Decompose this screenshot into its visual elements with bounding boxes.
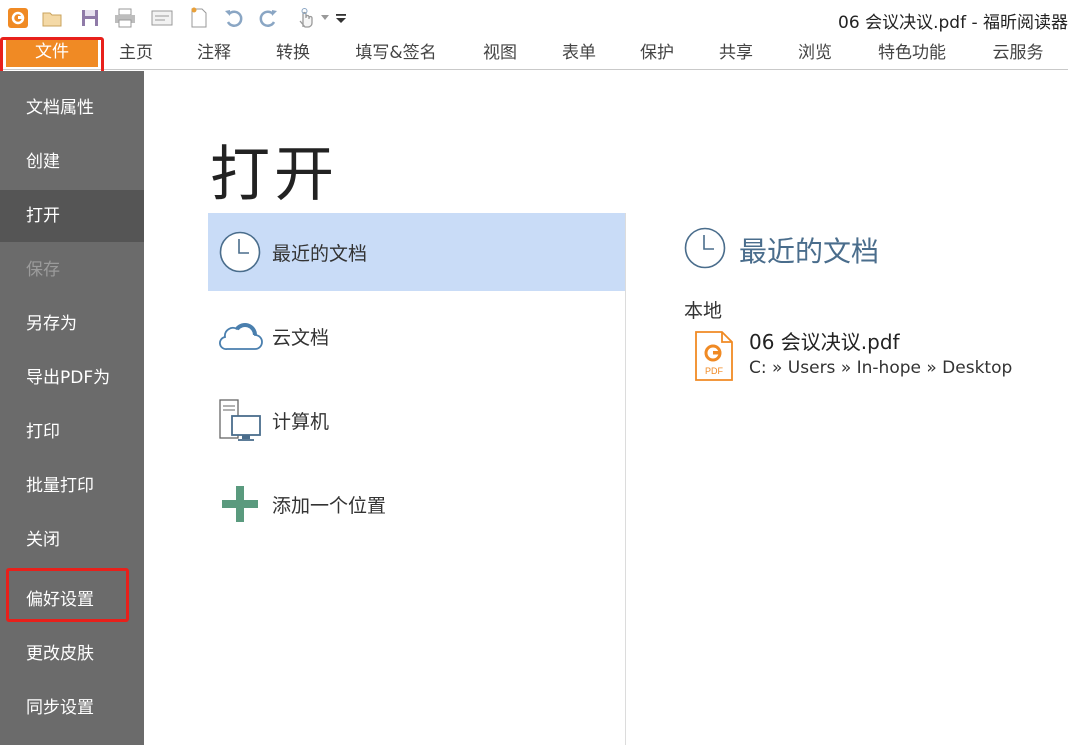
tab-protect[interactable]: 保护	[629, 36, 685, 70]
redo-icon[interactable]	[256, 6, 280, 30]
place-cloud-documents[interactable]: 云文档	[208, 297, 626, 375]
nav-batch-print[interactable]: 批量打印	[0, 460, 144, 512]
quick-access-toolbar: 06 会议决议.pdf - 福昕阅读器	[0, 0, 1068, 36]
ribbon-tab-bar: 文件 主页 注释 转换 填写&签名 视图 表单 保护 共享 浏览 特色功能 云服…	[0, 36, 1068, 70]
tab-form[interactable]: 表单	[551, 36, 607, 70]
recent-file-name: 06 会议决议.pdf	[749, 330, 900, 354]
nav-sync-settings[interactable]: 同步设置	[0, 682, 144, 734]
tab-special-features[interactable]: 特色功能	[868, 36, 956, 70]
tab-browse[interactable]: 浏览	[787, 36, 843, 70]
open-folder-icon[interactable]	[40, 6, 64, 30]
panel-divider	[625, 213, 626, 745]
tab-file[interactable]: 文件	[6, 37, 98, 67]
nav-document-properties[interactable]: 文档属性	[0, 82, 144, 134]
clock-icon	[208, 213, 272, 291]
nav-save-as[interactable]: 另存为	[0, 298, 144, 350]
nav-export-pdf-as[interactable]: 导出PDF为	[0, 352, 144, 404]
place-computer[interactable]: 计算机	[208, 381, 626, 459]
local-section-label: 本地	[684, 300, 723, 322]
nav-print[interactable]: 打印	[0, 406, 144, 458]
tab-comment[interactable]: 注释	[186, 36, 242, 70]
nav-close[interactable]: 关闭	[0, 514, 144, 566]
new-doc-icon[interactable]	[187, 6, 211, 30]
print-icon[interactable]	[113, 6, 137, 30]
place-add-location[interactable]: 添加一个位置	[208, 465, 626, 543]
place-label: 最近的文档	[272, 242, 368, 265]
place-label: 添加一个位置	[272, 494, 387, 517]
plus-icon	[208, 465, 272, 543]
place-recent-documents[interactable]: 最近的文档	[208, 213, 626, 291]
nav-create[interactable]: 创建	[0, 136, 144, 188]
recent-documents-header: 最近的文档	[683, 226, 879, 274]
tab-cloud-service[interactable]: 云服务	[982, 36, 1054, 70]
scan-icon[interactable]	[150, 6, 174, 30]
place-label: 云文档	[272, 326, 330, 349]
svg-text:PDF: PDF	[705, 366, 724, 376]
customize-dropdown-icon[interactable]	[334, 6, 348, 30]
save-icon[interactable]	[78, 6, 102, 30]
backstage-nav: 文档属性 创建 打开 保存 另存为 导出PDF为 打印 批量打印 关闭 偏好设置…	[0, 71, 144, 745]
place-label: 计算机	[272, 410, 330, 433]
recent-documents-heading: 最近的文档	[739, 235, 880, 268]
hand-tool-icon[interactable]	[294, 6, 318, 30]
nav-preferences[interactable]: 偏好设置	[0, 574, 144, 626]
cloud-icon	[208, 297, 272, 375]
hand-tool-dropdown-icon[interactable]	[318, 6, 332, 30]
nav-open[interactable]: 打开	[0, 190, 144, 242]
window-title: 06 会议决议.pdf - 福昕阅读器	[838, 13, 1068, 33]
tab-fill-sign[interactable]: 填写&签名	[344, 36, 448, 70]
nav-save: 保存	[26, 260, 60, 280]
clock-icon	[683, 226, 727, 274]
app-logo-icon[interactable]	[6, 6, 30, 30]
pdf-file-icon: PDF	[694, 330, 734, 386]
recent-file-item[interactable]: PDF 06 会议决议.pdf C: » Users » In-hope » D…	[690, 324, 1050, 384]
tab-convert[interactable]: 转换	[265, 36, 321, 70]
page-title: 打开	[210, 140, 338, 210]
recent-file-path: C: » Users » In-hope » Desktop	[749, 358, 1013, 378]
tab-view[interactable]: 视图	[472, 36, 528, 70]
tab-home[interactable]: 主页	[108, 36, 164, 70]
computer-icon	[208, 381, 272, 459]
undo-icon[interactable]	[222, 6, 246, 30]
nav-change-skin[interactable]: 更改皮肤	[0, 628, 144, 680]
tab-share[interactable]: 共享	[708, 36, 764, 70]
